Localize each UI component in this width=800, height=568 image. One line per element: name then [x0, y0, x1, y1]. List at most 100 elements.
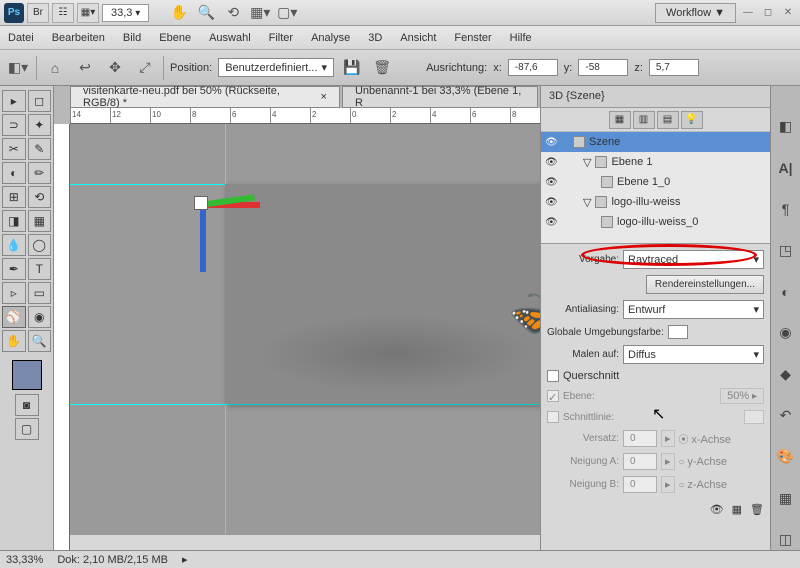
ruler-horizontal[interactable]: 141210864202468: [70, 108, 540, 124]
screenmode-toggle[interactable]: ▢: [15, 418, 39, 440]
move-tool[interactable]: ▸: [2, 90, 26, 112]
tool-preset-icon[interactable]: ◧▾: [6, 56, 30, 80]
eraser-tool[interactable]: ◨: [2, 210, 26, 232]
arrange-docs-icon[interactable]: ▦▾: [248, 1, 272, 25]
delete-icon[interactable]: 🗑: [370, 56, 394, 80]
zoom-tool-icon[interactable]: 🔍: [194, 1, 218, 25]
filter-materials-button[interactable]: ▤: [657, 111, 679, 129]
hand-tool-icon[interactable]: ✋: [167, 1, 191, 25]
3d-rotate-tool[interactable]: ⚾: [2, 306, 26, 328]
querschnitt-checkbox[interactable]: [547, 370, 559, 382]
color-panel-icon[interactable]: ◧: [775, 116, 797, 137]
styles-panel-icon[interactable]: ◆: [775, 364, 797, 385]
adjustments-panel-icon[interactable]: ◉: [775, 322, 797, 343]
menu-bearbeiten[interactable]: Bearbeiten: [52, 32, 105, 44]
view-extras-button[interactable]: ▦▾: [77, 3, 99, 23]
scene-tree[interactable]: 👁Szene👁▽Ebene 1👁Ebene 1_0👁▽logo-illu-wei…: [541, 132, 770, 244]
visibility-icon[interactable]: 👁: [545, 217, 561, 228]
mini-bridge-button[interactable]: ☷: [52, 3, 74, 23]
toggle-ground-icon[interactable]: ▦: [732, 503, 742, 516]
blur-tool[interactable]: 💧: [2, 234, 26, 256]
gradient-tool[interactable]: ▦: [28, 210, 52, 232]
visibility-icon[interactable]: 👁: [545, 197, 561, 208]
pen-tool[interactable]: ✒: [2, 258, 26, 280]
paragraph-panel-icon[interactable]: ¶: [775, 199, 797, 220]
artboard[interactable]: 🦋: [225, 184, 540, 404]
zoom-level-display[interactable]: 33,3 ▾: [102, 4, 149, 22]
filter-meshes-button[interactable]: ▥: [633, 111, 655, 129]
visibility-icon[interactable]: 👁: [545, 157, 561, 168]
3d-axis-widget[interactable]: [140, 166, 260, 286]
zoom-tool[interactable]: 🔍: [28, 330, 52, 352]
rotate-view-icon[interactable]: ⟲: [221, 1, 245, 25]
menu-auswahl[interactable]: Auswahl: [209, 32, 251, 44]
ambient-color-swatch[interactable]: [668, 325, 688, 339]
return-icon[interactable]: ↩: [73, 56, 97, 80]
antialiasing-dropdown[interactable]: Entwurf▾: [623, 300, 764, 319]
3d-orbit-tool[interactable]: ◉: [28, 306, 52, 328]
wand-tool[interactable]: ✦: [28, 114, 52, 136]
doc-tab-1[interactable]: visitenkarte-neu.pdf bei 50% (Rückseite,…: [70, 86, 340, 108]
paths-panel-icon[interactable]: ◫: [775, 529, 797, 550]
path-tool[interactable]: ▹: [2, 282, 26, 304]
menu-ansicht[interactable]: Ansicht: [400, 32, 436, 44]
marquee-tool[interactable]: ◻: [28, 90, 52, 112]
z-input[interactable]: [649, 59, 699, 76]
screen-mode-icon[interactable]: ▢▾: [275, 1, 299, 25]
menu-hilfe[interactable]: Hilfe: [510, 32, 532, 44]
filter-scene-button[interactable]: ▦: [609, 111, 631, 129]
stamp-tool[interactable]: ⊞: [2, 186, 26, 208]
crop-tool[interactable]: ✂: [2, 138, 26, 160]
render-settings-button[interactable]: Rendereinstellungen...: [646, 275, 764, 294]
position-dropdown[interactable]: Benutzerdefiniert...▾: [218, 58, 334, 77]
toggle-lights-icon[interactable]: 👁: [710, 503, 724, 516]
nav-panel-icon[interactable]: ◳: [775, 240, 797, 261]
visibility-icon[interactable]: 👁: [545, 137, 561, 148]
scrollbar-horizontal[interactable]: [70, 534, 540, 550]
filter-lights-button[interactable]: 💡: [681, 111, 703, 129]
menu-bild[interactable]: Bild: [123, 32, 141, 44]
ruler-vertical[interactable]: [54, 124, 70, 550]
eyedropper-tool[interactable]: ✎: [28, 138, 52, 160]
menu-fenster[interactable]: Fenster: [454, 32, 491, 44]
menu-filter[interactable]: Filter: [269, 32, 293, 44]
axis-center-handle[interactable]: [194, 196, 208, 210]
z-axis-handle[interactable]: [200, 202, 206, 272]
channels-panel-icon[interactable]: ◐: [775, 281, 797, 302]
brush-tool[interactable]: ✏: [28, 162, 52, 184]
quickmask-toggle[interactable]: ◙: [15, 394, 39, 416]
close-icon[interactable]: ×: [321, 91, 327, 103]
y-input[interactable]: [578, 59, 628, 76]
scene-row[interactable]: 👁Szene: [541, 132, 770, 152]
menu-analyse[interactable]: Analyse: [311, 32, 350, 44]
trash-icon[interactable]: 🗑: [750, 503, 764, 516]
scene-row[interactable]: 👁Ebene 1_0: [541, 172, 770, 192]
scene-row[interactable]: 👁▽logo-illu-weiss: [541, 192, 770, 212]
doc-tab-2[interactable]: Unbenannt-1 bei 33,3% (Ebene 1, R: [342, 86, 538, 108]
visibility-icon[interactable]: 👁: [545, 177, 561, 188]
heal-tool[interactable]: ◐: [2, 162, 26, 184]
character-panel-icon[interactable]: A|: [775, 157, 797, 178]
menu-ebene[interactable]: Ebene: [159, 32, 191, 44]
guide-horizontal[interactable]: [70, 404, 540, 405]
save-icon[interactable]: 💾: [340, 56, 364, 80]
type-tool[interactable]: T: [28, 258, 52, 280]
scene-row[interactable]: 👁▽Ebene 1: [541, 152, 770, 172]
scale-icon[interactable]: ⤢: [133, 56, 157, 80]
hand-tool[interactable]: ✋: [2, 330, 26, 352]
panel-tab-3d[interactable]: 3D {Szene}: [541, 86, 770, 108]
bridge-button[interactable]: Br: [27, 3, 49, 23]
move-icon[interactable]: ✥: [103, 56, 127, 80]
foreground-color[interactable]: [12, 360, 42, 390]
history-brush-tool[interactable]: ⟲: [28, 186, 52, 208]
home-icon[interactable]: ⌂: [43, 56, 67, 80]
minimize-button[interactable]: —: [740, 6, 756, 20]
menu-3d[interactable]: 3D: [368, 32, 382, 44]
status-doc-size[interactable]: Dok: 2,10 MB/2,15 MB: [57, 554, 168, 566]
swatches-panel-icon[interactable]: 🎨: [775, 446, 797, 467]
canvas[interactable]: 🦋: [70, 124, 540, 550]
x-input[interactable]: [508, 59, 558, 76]
menu-datei[interactable]: Datei: [8, 32, 34, 44]
maximize-button[interactable]: ◻: [760, 6, 776, 20]
lasso-tool[interactable]: ⊃: [2, 114, 26, 136]
